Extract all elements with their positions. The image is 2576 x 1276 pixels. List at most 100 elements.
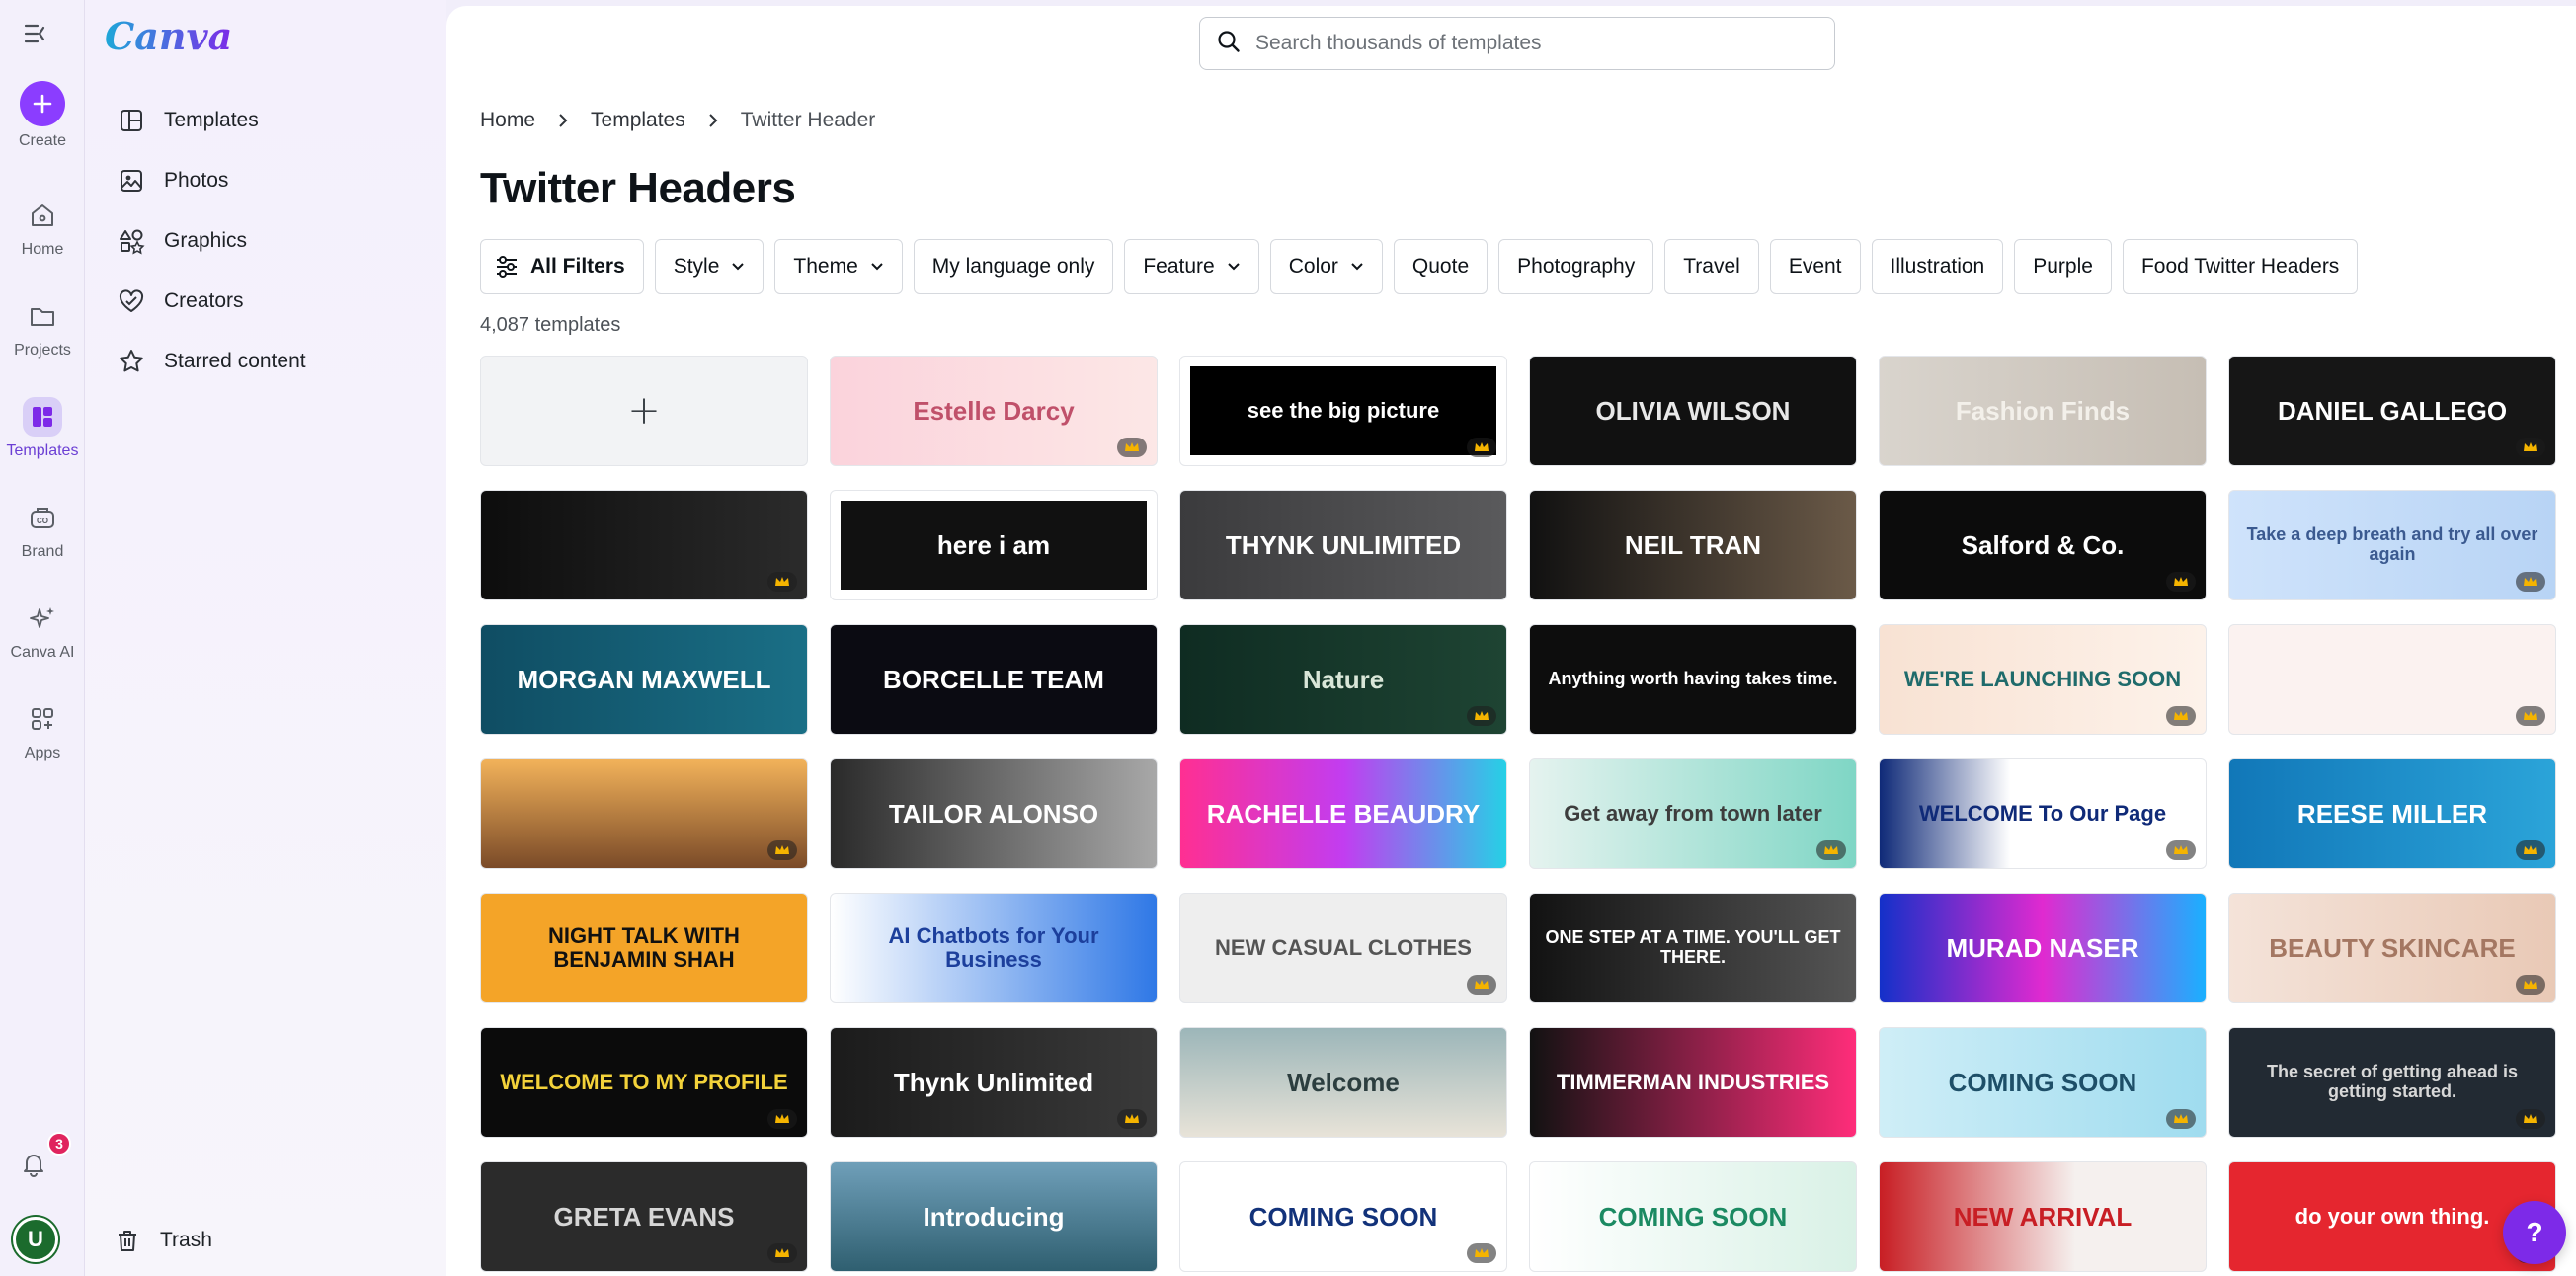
template-card[interactable] — [480, 490, 808, 600]
template-card[interactable]: The secret of getting ahead is getting s… — [2228, 1027, 2556, 1138]
collapse-menu-icon[interactable] — [22, 20, 49, 47]
chip-label: Feature — [1143, 255, 1215, 278]
panel-item-starred[interactable]: Starred content — [117, 342, 306, 381]
template-title: Anything worth having takes time. — [1548, 669, 1838, 689]
chevron-down-icon — [1227, 262, 1241, 272]
food-twitter-headers-chip[interactable]: Food Twitter Headers — [2122, 239, 2359, 294]
rail-projects[interactable]: Projects — [0, 296, 85, 359]
template-card[interactable]: COMING SOON — [1529, 1161, 1857, 1272]
template-preview: OLIVIA WILSON — [1530, 357, 1856, 465]
create-blank-card[interactable]: + — [480, 356, 808, 466]
panel-item-label: Templates — [164, 109, 259, 131]
template-card[interactable]: MURAD NASER — [1879, 893, 2207, 1003]
template-card[interactable]: NIGHT TALK WITH BENJAMIN SHAH — [480, 893, 808, 1003]
rail-create[interactable]: Create — [0, 81, 85, 150]
template-card[interactable]: COMING SOON — [1179, 1161, 1507, 1272]
template-card[interactable]: AI Chatbots for Your Business — [830, 893, 1158, 1003]
panel-item-templates[interactable]: Templates — [117, 101, 259, 140]
template-title: COMING SOON — [1248, 1201, 1438, 1232]
breadcrumb-home[interactable]: Home — [480, 109, 535, 132]
template-card[interactable]: NEW CASUAL CLOTHES — [1179, 893, 1507, 1003]
template-card[interactable]: WE'RE LAUNCHING SOON — [1879, 624, 2207, 735]
panel-item-label: Starred content — [164, 350, 306, 372]
home-icon — [23, 196, 62, 235]
star-icon — [117, 347, 146, 376]
rail-apps[interactable]: Apps — [0, 699, 85, 762]
template-preview: Anything worth having takes time. — [1530, 625, 1856, 734]
template-title: see the big picture — [1247, 397, 1440, 423]
breadcrumb-templates[interactable]: Templates — [591, 109, 685, 132]
template-title: ONE STEP AT A TIME. YOU'LL GET THERE. — [1545, 927, 1841, 967]
template-card[interactable]: GRETA EVANS — [480, 1161, 808, 1272]
template-card[interactable]: RACHELLE BEAUDRY — [1179, 758, 1507, 869]
template-card[interactable]: OLIVIA WILSON — [1529, 356, 1857, 466]
panel-item-photos[interactable]: Photos — [117, 161, 228, 200]
quote-chip[interactable]: Quote — [1393, 239, 1489, 294]
template-card[interactable]: ONE STEP AT A TIME. YOU'LL GET THERE. — [1529, 893, 1857, 1003]
event-chip[interactable]: Event — [1769, 239, 1861, 294]
template-card[interactable]: see the big picture — [1179, 356, 1507, 466]
template-card[interactable]: NEW ARRIVAL — [1879, 1161, 2207, 1272]
photography-chip[interactable]: Photography — [1498, 239, 1654, 294]
template-card[interactable]: Estelle Darcy — [830, 356, 1158, 466]
my-language-only-chip[interactable]: My language only — [913, 239, 1114, 294]
template-card[interactable]: THYNK UNLIMITED — [1179, 490, 1507, 600]
template-card[interactable]: Anything worth having takes time. — [1529, 624, 1857, 735]
template-card[interactable]: DANIEL GALLEGO — [2228, 356, 2556, 466]
bell-icon[interactable] — [14, 1144, 53, 1183]
rail-canva-ai-label: Canva AI — [10, 644, 75, 661]
template-card[interactable]: WELCOME To Our Page — [1879, 758, 2207, 869]
template-card[interactable] — [2228, 624, 2556, 735]
template-card[interactable]: BEAUTY SKINCARE — [2228, 893, 2556, 1003]
all-filters-button[interactable]: All Filters — [480, 239, 644, 294]
template-card[interactable]: WELCOME TO MY PROFILE — [480, 1027, 808, 1138]
template-card[interactable]: TAILOR ALONSO — [830, 758, 1158, 869]
theme-dropdown[interactable]: Theme — [774, 239, 903, 294]
panel-item-graphics[interactable]: Graphics — [117, 221, 247, 261]
travel-chip[interactable]: Travel — [1664, 239, 1759, 294]
rail-canva-ai[interactable]: Canva AI — [0, 598, 85, 662]
help-button[interactable]: ? — [2503, 1201, 2566, 1264]
crown-icon — [2516, 706, 2545, 726]
template-card[interactable]: Thynk Unlimited — [830, 1027, 1158, 1138]
panel-item-creators[interactable]: Creators — [117, 281, 244, 321]
template-card[interactable]: REESE MILLER — [2228, 758, 2556, 869]
template-card[interactable]: Nature — [1179, 624, 1507, 735]
template-preview: WELCOME To Our Page — [1880, 759, 2206, 868]
color-dropdown[interactable]: Color — [1269, 239, 1383, 294]
template-card[interactable]: Fashion Finds — [1879, 356, 2207, 466]
rail-home[interactable]: Home — [0, 196, 85, 259]
template-card[interactable]: MORGAN MAXWELL — [480, 624, 808, 735]
template-card[interactable]: TIMMERMAN INDUSTRIES — [1529, 1027, 1857, 1138]
template-card[interactable]: here i am — [830, 490, 1158, 600]
template-card[interactable]: Welcome — [1179, 1027, 1507, 1138]
template-card[interactable]: Get away from town later — [1529, 758, 1857, 869]
crown-icon — [1117, 438, 1147, 457]
template-card[interactable]: Take a deep breath and try all over agai… — [2228, 490, 2556, 600]
template-card[interactable]: COMING SOON — [1879, 1027, 2207, 1138]
crown-icon — [767, 1109, 797, 1129]
style-dropdown[interactable]: Style — [654, 239, 765, 294]
avatar[interactable]: U — [13, 1217, 58, 1262]
search-bar[interactable] — [1199, 17, 1835, 70]
rail-templates[interactable]: Templates — [0, 397, 85, 460]
template-card[interactable] — [480, 758, 808, 869]
crown-icon — [767, 1243, 797, 1263]
template-preview: Nature — [1180, 625, 1506, 734]
template-preview: TIMMERMAN INDUSTRIES — [1530, 1028, 1856, 1137]
template-title: BEAUTY SKINCARE — [2269, 932, 2516, 963]
template-card[interactable]: Salford & Co. — [1879, 490, 2207, 600]
illustration-chip[interactable]: Illustration — [1871, 239, 2004, 294]
template-card[interactable]: BORCELLE TEAM — [830, 624, 1158, 735]
purple-chip[interactable]: Purple — [2014, 239, 2112, 294]
panel-item-trash[interactable]: Trash — [113, 1221, 212, 1260]
search-input[interactable] — [1255, 32, 1809, 55]
template-card[interactable]: Introducing — [830, 1161, 1158, 1272]
template-card[interactable]: NEIL TRAN — [1529, 490, 1857, 600]
feature-dropdown[interactable]: Feature — [1124, 239, 1259, 294]
template-title: Nature — [1302, 664, 1385, 694]
canva-logo[interactable]: Canva — [105, 14, 232, 58]
chip-label: Color — [1288, 255, 1338, 278]
rail-brand[interactable]: CO Brand — [0, 498, 85, 561]
template-preview: COMING SOON — [1880, 1028, 2206, 1137]
